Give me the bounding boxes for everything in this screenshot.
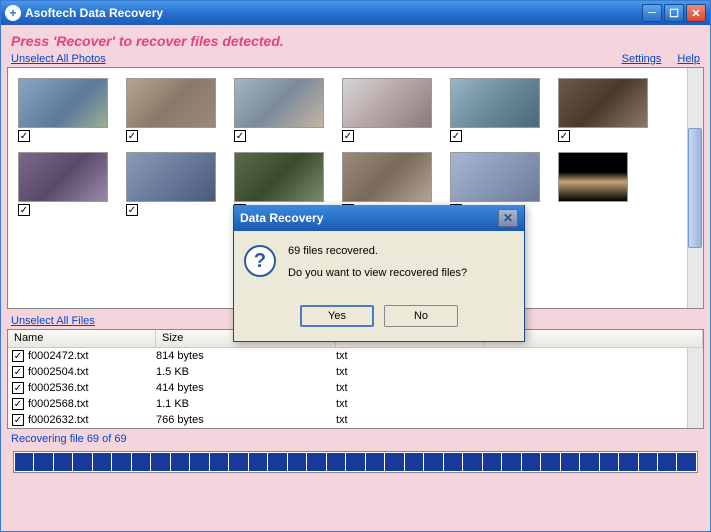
dialog-title: Data Recovery bbox=[240, 211, 498, 225]
photo-thumbnail[interactable] bbox=[342, 78, 432, 128]
column-header-name[interactable]: Name bbox=[8, 330, 156, 347]
file-checkbox[interactable]: ✓ bbox=[12, 414, 24, 426]
question-icon: ? bbox=[244, 245, 276, 277]
files-scrollbar[interactable] bbox=[687, 348, 703, 428]
recovery-dialog: Data Recovery ✕ ? 69 files recovered. Do… bbox=[233, 205, 525, 342]
photo-item[interactable]: ✓ bbox=[126, 78, 216, 142]
photo-checkbox[interactable]: ✓ bbox=[126, 204, 138, 216]
photo-checkbox[interactable]: ✓ bbox=[126, 130, 138, 142]
file-size: 814 bytes bbox=[156, 350, 336, 362]
file-ext: txt bbox=[336, 350, 484, 362]
photo-thumbnail[interactable] bbox=[234, 78, 324, 128]
file-size: 1.5 KB bbox=[156, 366, 336, 378]
photo-thumbnail[interactable] bbox=[234, 152, 324, 202]
window-title: Asoftech Data Recovery bbox=[25, 6, 642, 20]
dialog-body: ? 69 files recovered. Do you want to vie… bbox=[234, 231, 524, 299]
file-row[interactable]: ✓ f0002632.txt766 bytestxt bbox=[8, 412, 703, 428]
top-link-row: Unselect All Photos Settings Help bbox=[7, 51, 704, 67]
photo-item[interactable]: ✓ bbox=[450, 78, 540, 142]
photo-item[interactable]: ✓ bbox=[18, 78, 108, 142]
files-panel: Name Size Extension ✓f0002472.txt814 byt… bbox=[7, 329, 704, 429]
file-checkbox[interactable]: ✓ bbox=[12, 398, 24, 410]
photo-thumbnail[interactable] bbox=[18, 152, 108, 202]
dialog-message: 69 files recovered. Do you want to view … bbox=[288, 245, 514, 289]
dialog-line2: Do you want to view recovered files? bbox=[288, 267, 514, 279]
file-ext: txt bbox=[336, 398, 484, 410]
file-name: f0002568.txt bbox=[28, 398, 156, 410]
photo-thumbnail[interactable] bbox=[126, 78, 216, 128]
file-name: f0002632.txt bbox=[28, 414, 156, 426]
file-row[interactable]: ✓ f0002472.txt814 bytestxt bbox=[8, 348, 703, 364]
scrollbar-thumb[interactable] bbox=[688, 128, 702, 248]
unselect-all-files-link[interactable]: Unselect All Files bbox=[11, 315, 95, 327]
file-checkbox[interactable]: ✓ bbox=[12, 350, 24, 362]
maximize-button[interactable]: ☐ bbox=[664, 4, 684, 22]
file-name: f0002472.txt bbox=[28, 350, 156, 362]
minimize-button[interactable]: ─ bbox=[642, 4, 662, 22]
photo-item[interactable]: ✓ bbox=[18, 152, 108, 216]
photo-checkbox[interactable]: ✓ bbox=[450, 130, 462, 142]
photo-item[interactable] bbox=[558, 152, 648, 216]
unselect-all-photos-link[interactable]: Unselect All Photos bbox=[11, 53, 106, 65]
photo-item[interactable]: ✓ bbox=[558, 78, 648, 142]
file-name: f0002504.txt bbox=[28, 366, 156, 378]
photo-thumbnail[interactable] bbox=[450, 78, 540, 128]
photo-thumbnail[interactable] bbox=[558, 78, 648, 128]
file-size: 766 bytes bbox=[156, 414, 336, 426]
dialog-buttons: Yes No bbox=[234, 299, 524, 341]
dialog-titlebar[interactable]: Data Recovery ✕ bbox=[234, 205, 524, 231]
file-row[interactable]: ✓ f0002536.txt414 bytestxt bbox=[8, 380, 703, 396]
photo-thumbnail[interactable] bbox=[558, 152, 628, 202]
file-ext: txt bbox=[336, 382, 484, 394]
progress-bar bbox=[13, 451, 698, 473]
file-row[interactable]: ✓ f0002568.txt1.1 KBtxt bbox=[8, 396, 703, 412]
file-ext: txt bbox=[336, 414, 484, 426]
photo-grid: ✓ ✓ ✓ ✓ ✓ ✓ ✓ ✓ ✓ ✓ ✓ bbox=[14, 74, 697, 220]
file-row[interactable]: ✓ f0002504.txt1.5 KBtxt bbox=[8, 364, 703, 380]
dialog-line1: 69 files recovered. bbox=[288, 245, 514, 257]
photo-checkbox[interactable]: ✓ bbox=[18, 130, 30, 142]
help-link[interactable]: Help bbox=[677, 53, 700, 65]
prompt-text: Press 'Recover' to recover files detecte… bbox=[7, 31, 704, 51]
app-icon: + bbox=[5, 5, 21, 21]
photo-scrollbar[interactable] bbox=[687, 68, 703, 308]
photo-thumbnail[interactable] bbox=[342, 152, 432, 202]
photo-thumbnail[interactable] bbox=[126, 152, 216, 202]
photo-item[interactable]: ✓ bbox=[126, 152, 216, 216]
titlebar[interactable]: + Asoftech Data Recovery ─ ☐ ✕ bbox=[1, 1, 710, 25]
status-text: Recovering file 69 of 69 bbox=[7, 429, 704, 449]
close-button[interactable]: ✕ bbox=[686, 4, 706, 22]
titlebar-buttons: ─ ☐ ✕ bbox=[642, 4, 706, 22]
dialog-close-button[interactable]: ✕ bbox=[498, 209, 518, 227]
file-name: f0002536.txt bbox=[28, 382, 156, 394]
file-checkbox[interactable]: ✓ bbox=[12, 366, 24, 378]
file-size: 1.1 KB bbox=[156, 398, 336, 410]
no-button[interactable]: No bbox=[384, 305, 458, 327]
photo-item[interactable]: ✓ bbox=[234, 78, 324, 142]
yes-button[interactable]: Yes bbox=[300, 305, 374, 327]
photo-checkbox[interactable]: ✓ bbox=[18, 204, 30, 216]
settings-link[interactable]: Settings bbox=[622, 53, 662, 65]
file-size: 414 bytes bbox=[156, 382, 336, 394]
photo-item[interactable]: ✓ bbox=[342, 78, 432, 142]
photo-thumbnail[interactable] bbox=[450, 152, 540, 202]
file-ext: txt bbox=[336, 366, 484, 378]
photo-thumbnail[interactable] bbox=[18, 78, 108, 128]
photo-checkbox[interactable]: ✓ bbox=[558, 130, 570, 142]
file-checkbox[interactable]: ✓ bbox=[12, 382, 24, 394]
photo-checkbox[interactable]: ✓ bbox=[234, 130, 246, 142]
photo-checkbox[interactable]: ✓ bbox=[342, 130, 354, 142]
